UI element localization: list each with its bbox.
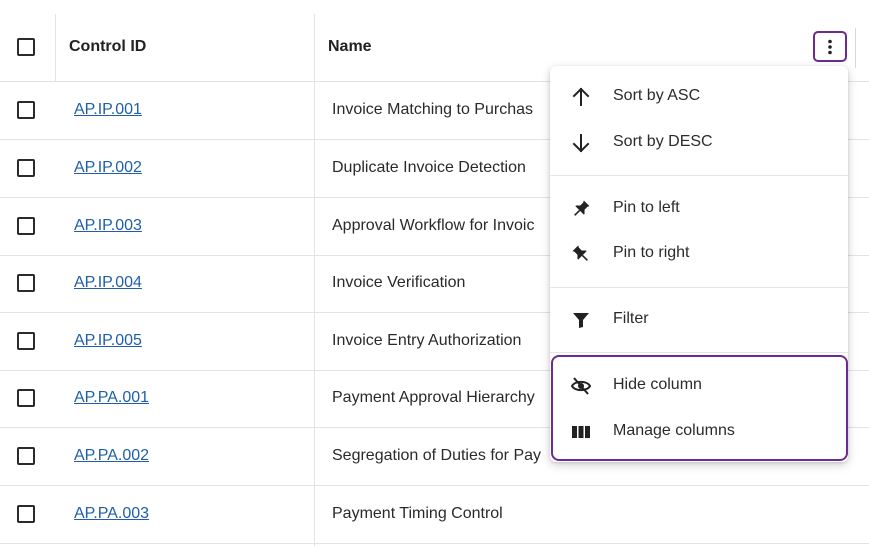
menu-item-sort-asc[interactable]: Sort by ASC	[550, 76, 848, 116]
menu-item-label: Sort by DESC	[613, 133, 713, 150]
column-menu: Sort by ASC Sort by DESC Pin to left Pin…	[550, 66, 848, 462]
control-name: Invoice Verification	[332, 274, 466, 291]
filter-icon	[573, 313, 589, 328]
menu-item-filter[interactable]: Filter	[550, 299, 848, 339]
highlight-outline	[551, 355, 848, 461]
column-header-control-id[interactable]: Control ID	[69, 38, 146, 56]
control-id-link[interactable]: AP.IP.002	[74, 159, 142, 177]
row-checkbox[interactable]	[17, 101, 35, 119]
row-checkbox[interactable]	[17, 505, 35, 523]
control-id-link[interactable]: AP.PA.001	[74, 389, 149, 407]
column-resize-handle[interactable]	[855, 28, 856, 68]
control-name: Payment Timing Control	[332, 505, 503, 522]
menu-divider	[550, 352, 848, 353]
row-checkbox[interactable]	[17, 332, 35, 350]
row-checkbox[interactable]	[17, 447, 35, 465]
arrow-up-icon	[572, 87, 590, 106]
menu-divider	[550, 287, 848, 288]
row-checkbox[interactable]	[17, 274, 35, 292]
control-name: Invoice Entry Authorization	[332, 332, 522, 349]
control-name: Payment Approval Hierarchy	[332, 389, 535, 406]
menu-item-label: Sort by ASC	[613, 87, 701, 104]
pin-right-icon	[572, 245, 588, 261]
menu-item-label: Pin to left	[613, 199, 680, 216]
menu-item-label: Pin to right	[613, 244, 690, 261]
control-name: Duplicate Invoice Detection	[332, 159, 526, 176]
control-name: Approval Workflow for Invoic	[332, 217, 535, 234]
menu-item-label: Filter	[613, 310, 649, 327]
row-checkbox[interactable]	[17, 159, 35, 177]
control-id-link[interactable]: AP.IP.004	[74, 274, 142, 292]
column-header-name[interactable]: Name	[328, 38, 372, 56]
control-id-link[interactable]: AP.IP.005	[74, 332, 142, 350]
control-name: Invoice Matching to Purchas	[332, 101, 533, 118]
control-id-link[interactable]: AP.IP.001	[74, 101, 142, 119]
menu-item-pin-left[interactable]: Pin to left	[550, 188, 848, 228]
kebab-vertical-icon	[828, 39, 832, 54]
arrow-down-icon	[572, 134, 590, 153]
pin-left-icon	[574, 200, 590, 216]
control-id-link[interactable]: AP.PA.003	[74, 505, 149, 523]
row-checkbox[interactable]	[17, 217, 35, 235]
control-name: Segregation of Duties for Pay	[332, 447, 542, 464]
menu-item-sort-desc[interactable]: Sort by DESC	[550, 122, 848, 162]
column-menu-button[interactable]	[813, 31, 847, 62]
row-checkbox[interactable]	[17, 389, 35, 407]
control-id-link[interactable]: AP.PA.002	[74, 447, 149, 465]
control-id-link[interactable]: AP.IP.003	[74, 217, 142, 235]
menu-item-pin-right[interactable]: Pin to right	[550, 233, 848, 273]
column-divider	[55, 14, 56, 81]
menu-divider	[550, 175, 848, 176]
select-all-checkbox[interactable]	[17, 38, 35, 56]
table-row: AP.PA.003 Payment Timing Control	[0, 486, 869, 544]
